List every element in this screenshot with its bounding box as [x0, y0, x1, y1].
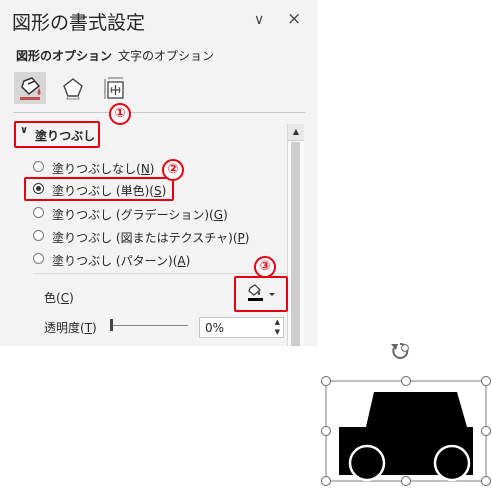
opacity-label: 透明度(T): [44, 321, 97, 335]
highlight-box-3: [234, 276, 288, 312]
divider: [33, 273, 287, 274]
opacity-value[interactable]: 0%: [205, 321, 224, 335]
step-badge-1: ①: [109, 103, 131, 125]
opacity-slider-track[interactable]: [112, 325, 188, 326]
size-properties-icon[interactable]: [99, 72, 131, 104]
chevron-down-icon[interactable]: ∨: [254, 12, 264, 28]
scrollbar-thumb[interactable]: [291, 142, 300, 346]
opacity-slider-thumb[interactable]: [110, 319, 113, 331]
radio-button[interactable]: [33, 253, 44, 264]
color-label: 色(C): [44, 291, 74, 305]
radio-button[interactable]: [33, 161, 44, 172]
tab-shape-options[interactable]: 図形のオプション: [16, 47, 112, 64]
spinner-up-icon[interactable]: ▲: [275, 318, 280, 326]
effects-icon[interactable]: [57, 72, 89, 104]
opacity-spinner[interactable]: 0% ▲ ▼: [199, 317, 284, 338]
selected-shape[interactable]: [312, 335, 492, 491]
divider: [13, 112, 305, 113]
tab-text-options[interactable]: 文字のオプション: [118, 47, 214, 64]
close-icon[interactable]: ×: [287, 9, 301, 29]
step-badge-3: ③: [254, 256, 276, 278]
radio-button[interactable]: [33, 207, 44, 218]
pane-title: 図形の書式設定: [12, 12, 146, 34]
highlight-box-1: [14, 121, 100, 148]
spinner-down-icon[interactable]: ▼: [275, 328, 280, 336]
radio-button[interactable]: [33, 230, 44, 241]
scroll-up-icon[interactable]: ▲: [288, 124, 304, 141]
scrollbar[interactable]: ▲: [287, 124, 304, 346]
rotate-handle-icon: [391, 342, 409, 359]
step-badge-2: ②: [162, 159, 184, 181]
highlight-box-2: [24, 177, 174, 201]
fill-line-icon[interactable]: [14, 72, 46, 104]
